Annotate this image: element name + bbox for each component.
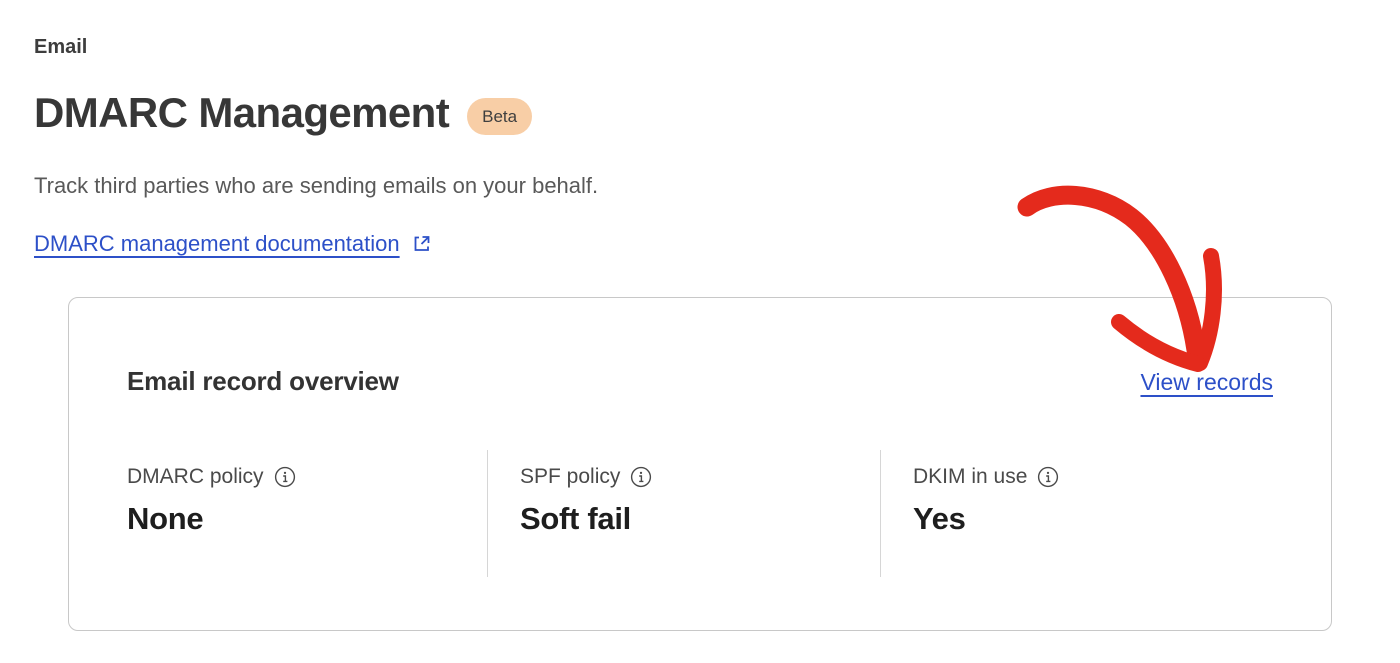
card-header: Email record overview View records xyxy=(127,298,1273,397)
stat-dkim-in-use-value: Yes xyxy=(913,500,966,536)
stat-label-row: SPF policy xyxy=(520,465,880,489)
stat-dmarc-policy: DMARC policy None xyxy=(127,450,487,577)
external-link-icon xyxy=(411,233,432,254)
stat-spf-policy-label: SPF policy xyxy=(520,464,621,488)
info-icon[interactable] xyxy=(1037,466,1059,488)
view-records-link[interactable]: View records xyxy=(1140,369,1273,396)
stat-label-row: DMARC policy xyxy=(127,465,487,489)
stats-row: DMARC policy None SPF policy Soft fail D… xyxy=(127,449,1273,577)
stat-spf-policy-value: Soft fail xyxy=(520,500,631,536)
stat-spf-policy: SPF policy Soft fail xyxy=(487,449,880,577)
stat-dmarc-policy-value: None xyxy=(127,500,204,536)
dmarc-documentation-link[interactable]: DMARC management documentation xyxy=(34,231,432,257)
page-title: DMARC Management xyxy=(34,89,450,136)
stat-label-row: DKIM in use xyxy=(913,465,1273,489)
info-icon[interactable] xyxy=(630,466,652,488)
doc-link-row: DMARC management documentation xyxy=(34,231,1366,257)
stat-dmarc-policy-label: DMARC policy xyxy=(127,464,264,488)
beta-badge: Beta xyxy=(467,97,533,135)
info-icon[interactable] xyxy=(274,466,296,488)
breadcrumb-email: Email xyxy=(34,36,88,58)
stat-dkim-in-use-label: DKIM in use xyxy=(913,464,1028,488)
page-content: Email DMARC Management Beta Track third … xyxy=(0,0,1400,631)
title-row: DMARC Management Beta xyxy=(34,89,1366,136)
email-record-overview-card: Email record overview View records DMARC… xyxy=(68,296,1332,631)
stat-dkim-in-use: DKIM in use Yes xyxy=(880,449,1273,577)
card-title: Email record overview xyxy=(127,365,399,396)
page-subtitle: Track third parties who are sending emai… xyxy=(34,173,599,199)
dmarc-documentation-link-label: DMARC management documentation xyxy=(34,230,400,256)
